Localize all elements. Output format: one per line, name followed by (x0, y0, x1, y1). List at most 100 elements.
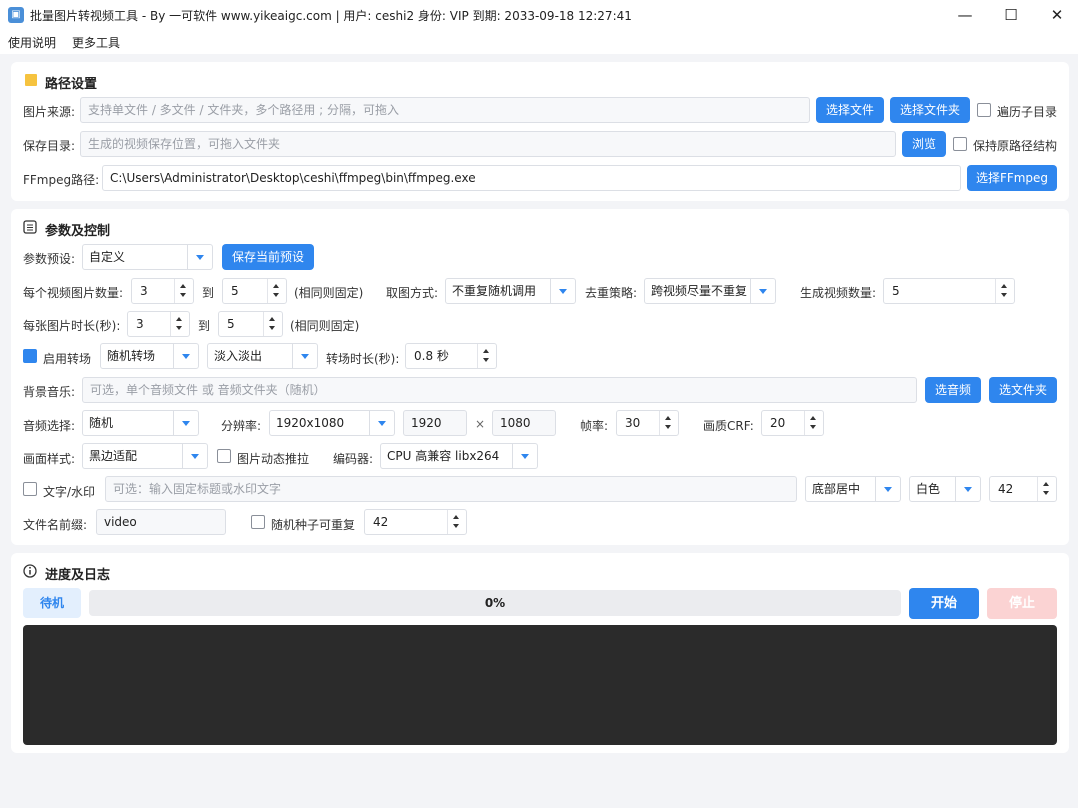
window-title: 批量图片转视频工具 - By 一可软件 www.yikeaigc.com | 用… (30, 9, 632, 23)
audio-select[interactable]: 随机 (82, 410, 199, 436)
watermark-label: 文字/水印 (43, 485, 96, 499)
crf-stepper[interactable]: 20 (761, 410, 824, 436)
resolution-label: 分辨率: (221, 419, 262, 433)
params-section-title: 参数及控制 (45, 224, 111, 239)
spin-arrows-icon[interactable] (659, 411, 678, 435)
chevron-down-icon (173, 411, 198, 435)
select-audio-button[interactable]: 选音频 (925, 377, 981, 403)
crf-label: 画质CRF: (703, 419, 754, 433)
chevron-down-icon (875, 477, 900, 501)
ffmpeg-path-input[interactable]: C:\Users\Administrator\Desktop\ceshi\ffm… (102, 165, 961, 191)
seed-label: 随机种子可重复 (271, 518, 356, 532)
spin-arrows-icon[interactable] (477, 344, 496, 368)
status-badge: 待机 (23, 588, 81, 618)
watermark-checkbox[interactable] (23, 482, 37, 496)
spin-arrows-icon[interactable] (995, 279, 1014, 303)
audio-select-label: 音频选择: (23, 419, 76, 433)
watermark-color-select[interactable]: 白色 (909, 476, 981, 502)
resolution-select[interactable]: 1920x1080 (269, 410, 395, 436)
progress-bar: 0% (89, 590, 901, 616)
chevron-down-icon (512, 444, 537, 468)
bgm-input[interactable]: 可选，单个音频文件 或 音频文件夹（随机） (82, 377, 917, 403)
fps-stepper[interactable]: 30 (616, 410, 679, 436)
select-file-button[interactable]: 选择文件 (816, 97, 884, 123)
watermark-input[interactable]: 可选：输入固定标题或水印文字 (105, 476, 797, 502)
select-ffmpeg-button[interactable]: 选择FFmpeg (967, 165, 1057, 191)
title-bar: ▣ 批量图片转视频工具 - By 一可软件 www.yikeaigc.com |… (0, 0, 1078, 30)
log-area[interactable] (23, 625, 1057, 745)
spin-arrows-icon[interactable] (174, 279, 193, 303)
keep-structure-checkbox[interactable] (953, 137, 967, 151)
close-button[interactable]: ✕ (1034, 0, 1078, 30)
preset-select[interactable]: 自定义 (82, 244, 213, 270)
img-count-max-stepper[interactable]: 5 (222, 278, 287, 304)
select-folder-button[interactable]: 选择文件夹 (890, 97, 970, 123)
pick-select[interactable]: 不重复随机调用 (445, 278, 576, 304)
times-sign: × (475, 417, 486, 431)
encoder-label: 编码器: (333, 452, 374, 466)
traverse-checkbox[interactable] (977, 103, 991, 117)
height-input[interactable]: 1080 (492, 410, 556, 436)
duration-fixed-hint: (相同则固定) (290, 319, 360, 333)
chevron-down-icon (369, 411, 394, 435)
folder-icon (25, 74, 37, 86)
keep-structure-label: 保持原路径结构 (973, 139, 1058, 153)
save-dir-input[interactable]: 生成的视频保存位置，可拖入文件夹 (80, 131, 896, 157)
encoder-select[interactable]: CPU 高兼容 libx264 (380, 443, 538, 469)
select-audio-folder-button[interactable]: 选文件夹 (989, 377, 1057, 403)
seed-checkbox[interactable] (251, 515, 265, 529)
source-input[interactable]: 支持单文件 / 多文件 / 文件夹，多个路径用 ; 分隔，可拖入 (80, 97, 810, 123)
img-count-fixed-hint: (相同则固定) (294, 286, 364, 300)
dedup-label: 去重策略: (585, 286, 638, 300)
spin-arrows-icon[interactable] (447, 510, 466, 534)
prefix-input[interactable]: video (96, 509, 226, 535)
progress-section-title: 进度及日志 (45, 568, 111, 583)
traverse-label: 遍历子目录 (997, 105, 1058, 119)
progress-percent: 0% (484, 596, 506, 610)
duration-label: 每张图片时长(秒): (23, 319, 121, 333)
chevron-down-icon (550, 279, 575, 303)
menu-more-tools[interactable]: 更多工具 (72, 34, 120, 51)
video-count-stepper[interactable]: 5 (883, 278, 1015, 304)
menu-help[interactable]: 使用说明 (8, 34, 56, 51)
dedup-select[interactable]: 跨视频尽量不重复 (644, 278, 776, 304)
app-icon: ▣ (8, 7, 24, 23)
chevron-down-icon (182, 444, 207, 468)
spin-arrows-icon[interactable] (1037, 477, 1056, 501)
source-label: 图片来源: (23, 105, 76, 119)
kenburns-checkbox[interactable] (217, 449, 231, 463)
chevron-down-icon (187, 245, 212, 269)
watermark-position-select[interactable]: 底部居中 (805, 476, 901, 502)
watermark-size-stepper[interactable]: 42 (989, 476, 1057, 502)
chevron-down-icon (955, 477, 980, 501)
transition-mode-select[interactable]: 随机转场 (100, 343, 199, 369)
seed-stepper[interactable]: 42 (364, 509, 467, 535)
duration-min-stepper[interactable]: 3 (127, 311, 190, 337)
spin-arrows-icon[interactable] (170, 312, 189, 336)
style-select[interactable]: 黑边适配 (82, 443, 208, 469)
browse-button[interactable]: 浏览 (902, 131, 946, 157)
maximize-button[interactable]: ☐ (988, 0, 1034, 30)
width-input[interactable]: 1920 (403, 410, 467, 436)
transition-type-select[interactable]: 淡入淡出 (207, 343, 318, 369)
kenburns-label: 图片动态推拉 (237, 452, 310, 466)
chevron-down-icon (750, 279, 775, 303)
duration-max-stepper[interactable]: 5 (218, 311, 283, 337)
spin-arrows-icon[interactable] (804, 411, 823, 435)
transition-checkbox[interactable] (23, 349, 37, 363)
spin-arrows-icon[interactable] (263, 312, 282, 336)
stop-button[interactable]: 停止 (987, 588, 1057, 619)
transition-dur-stepper[interactable]: 0.8 秒 (405, 343, 497, 369)
save-preset-button[interactable]: 保存当前预设 (222, 244, 314, 270)
start-button[interactable]: 开始 (909, 588, 979, 619)
menu-bar: 使用说明 更多工具 (0, 30, 1078, 54)
chevron-down-icon (173, 344, 198, 368)
info-icon (23, 564, 37, 578)
minimize-button[interactable]: — (942, 0, 988, 30)
img-count-min-stepper[interactable]: 3 (131, 278, 194, 304)
ffmpeg-label: FFmpeg路径: (23, 173, 100, 187)
spin-arrows-icon[interactable] (267, 279, 286, 303)
list-icon (23, 220, 37, 234)
pick-label: 取图方式: (386, 286, 439, 300)
preset-label: 参数预设: (23, 252, 76, 266)
